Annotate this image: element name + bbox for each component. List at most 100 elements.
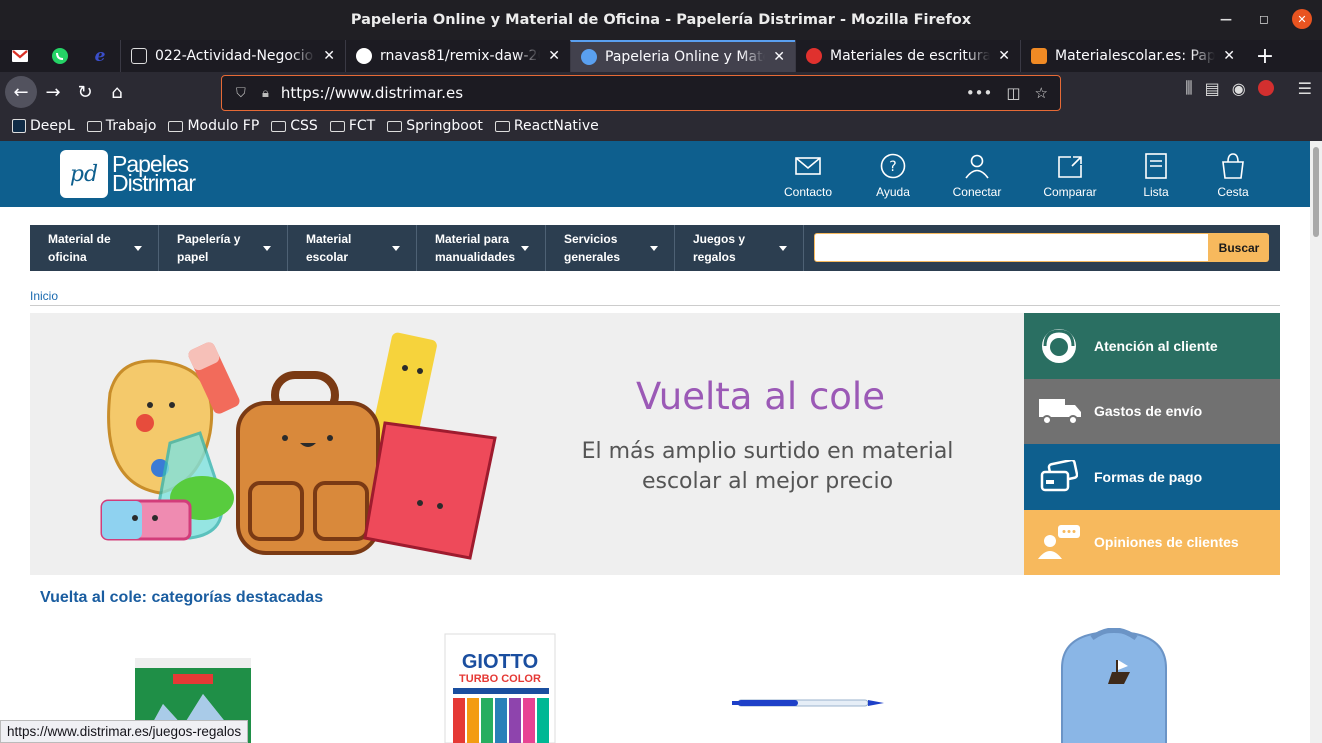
tab-github[interactable]: rnavas81/remix-daw-202 ✕ (345, 40, 570, 72)
forward-button[interactable]: → (37, 76, 69, 108)
caret-down-icon (263, 246, 271, 251)
tab-carrefour[interactable]: Materiales de escritura a ✕ (795, 40, 1020, 72)
url-text[interactable]: https://www.distrimar.es (281, 84, 463, 102)
page-scrollbar[interactable] (1310, 141, 1322, 743)
caret-down-icon (521, 246, 529, 251)
window-title: Papeleria Online y Material de Oficina -… (350, 12, 972, 28)
logo-text: Papeles Distrimar (112, 153, 196, 196)
compare-icon (1058, 156, 1082, 178)
main-menu: Material de oficina Papelería y papel Ma… (30, 225, 1280, 271)
library-icon[interactable]: ⫼ (1185, 78, 1192, 98)
bookmark-label: DeepL (30, 118, 75, 134)
svg-text:?: ? (889, 159, 896, 175)
caret-down-icon (392, 246, 400, 251)
shield-icon[interactable]: ⛉ (236, 86, 250, 101)
tab-close-icon[interactable]: ✕ (998, 48, 1010, 64)
bookmark-folder-css[interactable]: CSS (271, 118, 318, 134)
extension-icon[interactable] (1257, 80, 1274, 96)
tab-distrimar[interactable]: Papeleria Online y Mater ✕ (570, 40, 795, 72)
hero-banner[interactable]: Vuelta al cole El más amplio surtido en … (30, 313, 1024, 575)
header-link-ayuda[interactable]: ? Ayuda (848, 153, 938, 199)
menu-item-manualidades[interactable]: Material para manualidades (417, 225, 546, 271)
product-giotto-markers[interactable]: GIOTTO TURBO COLOR (443, 632, 557, 743)
service-gastos-envio[interactable]: Gastos de envío (1024, 378, 1280, 444)
pinned-tab-whatsapp[interactable] (40, 40, 80, 72)
pinned-tab-gmail[interactable] (0, 40, 40, 72)
header-link-comparar[interactable]: Comparar (1016, 153, 1124, 199)
account-icon[interactable]: ◉ (1232, 79, 1246, 98)
product-kids-backpack[interactable] (1052, 628, 1176, 743)
distrimar-icon (581, 49, 597, 65)
folder-icon (387, 120, 403, 132)
product-ballpoint-pen[interactable] (732, 695, 886, 711)
search-input[interactable] (814, 233, 1209, 262)
menu-item-juegos-regalos[interactable]: Juegos y regalos (675, 225, 804, 271)
svg-text:GIOTTO: GIOTTO (462, 651, 538, 673)
list-icon (1145, 153, 1167, 179)
tab-label: Materialescolar.es: Papel (1055, 48, 1216, 64)
service-formas-pago[interactable]: Formas de pago (1024, 444, 1280, 510)
window-titlebar: Papeleria Online y Material de Oficina -… (0, 0, 1322, 40)
banner-subtitle: El más amplio surtido en material escola… (581, 439, 954, 494)
header-link-cesta[interactable]: Cesta (1188, 153, 1278, 199)
bookmark-folder-fct[interactable]: FCT (329, 118, 375, 134)
user-icon (965, 154, 989, 179)
minimize-icon[interactable]: — (1216, 9, 1236, 29)
back-button[interactable]: ← (5, 76, 37, 108)
header-link-label: Conectar (952, 185, 1002, 199)
tab-close-icon[interactable]: ✕ (548, 48, 560, 64)
service-panel: Atención al cliente Gastos de envío Form… (1024, 313, 1280, 575)
menu-item-material-escolar[interactable]: Material escolar (288, 225, 417, 271)
logo-line2: Distrimar (112, 170, 196, 196)
header-link-lista[interactable]: Lista (1124, 153, 1188, 199)
bookmark-folder-trabajo[interactable]: Trabajo (86, 118, 156, 134)
new-tab-button[interactable]: + (1245, 44, 1285, 69)
site-header: pd Papeles Distrimar Contacto ? Ayuda Co… (0, 141, 1310, 207)
reader-view-icon[interactable]: ▤ (1205, 79, 1220, 98)
bookmark-folder-springboot[interactable]: Springboot (387, 118, 483, 134)
more-actions-icon[interactable]: ••• (966, 84, 993, 102)
header-link-label: Contacto (783, 185, 833, 199)
arrow-right-icon: → (45, 81, 61, 103)
tab-pdf[interactable]: 022-Actividad-Negocio.pdf ✕ (120, 40, 345, 72)
bookmark-star-icon[interactable]: ☆ (1035, 84, 1048, 102)
breadcrumb-home[interactable]: Inicio (30, 289, 58, 303)
header-link-contacto[interactable]: Contacto (770, 153, 846, 199)
close-window-icon[interactable]: ✕ (1292, 9, 1312, 29)
menu-item-servicios[interactable]: Servicios generales (546, 225, 675, 271)
tab-close-icon[interactable]: ✕ (773, 49, 785, 65)
scrollbar-thumb[interactable] (1313, 147, 1319, 237)
squirrel-icon (1031, 48, 1047, 64)
bookmark-folder-reactnative[interactable]: ReactNative (494, 118, 599, 134)
home-button[interactable]: ⌂ (101, 76, 133, 108)
maximize-icon[interactable]: ◻ (1254, 9, 1274, 29)
bookmark-deepl[interactable]: DeepL (12, 118, 75, 134)
service-label: Atención al cliente (1094, 337, 1218, 354)
service-label: Opiniones de clientes (1094, 534, 1239, 551)
service-label: Gastos de envío (1094, 403, 1203, 420)
service-opiniones-clientes[interactable]: Opiniones de clientes (1024, 509, 1280, 575)
tab-bar: e 022-Actividad-Negocio.pdf ✕ rnavas81/r… (0, 40, 1322, 72)
bookmark-label: Modulo FP (187, 118, 260, 134)
url-bar[interactable]: ⛉ 🔒︎ https://www.distrimar.es ••• ◫ ☆ (221, 75, 1061, 111)
pinned-tab-e[interactable]: e (80, 40, 120, 72)
search-button[interactable]: Buscar (1209, 233, 1269, 262)
tab-close-icon[interactable]: ✕ (323, 48, 335, 64)
bookmark-label: Springboot (406, 118, 483, 134)
header-link-conectar[interactable]: Conectar (938, 153, 1016, 199)
pocket-icon[interactable]: ◫ (1006, 84, 1020, 102)
headset-icon (1042, 328, 1076, 363)
tab-close-icon[interactable]: ✕ (1223, 48, 1235, 64)
lock-icon[interactable]: 🔒︎ (262, 86, 269, 101)
menu-item-papeleria[interactable]: Papelería y papel (159, 225, 288, 271)
bookmark-folder-modulo-fp[interactable]: Modulo FP (168, 118, 259, 134)
menu-icon[interactable]: ☰ (1298, 79, 1312, 98)
tab-materialescolar[interactable]: Materialescolar.es: Papel ✕ (1020, 40, 1245, 72)
menu-item-material-oficina[interactable]: Material de oficina (30, 225, 159, 271)
folder-icon (329, 120, 345, 132)
service-atencion-cliente[interactable]: Atención al cliente (1024, 313, 1280, 379)
bag-icon (1222, 153, 1244, 179)
site-logo[interactable]: pd Papeles Distrimar (60, 150, 196, 198)
bookmarks-bar: DeepL Trabajo Modulo FP CSS FCT Springbo… (0, 112, 1322, 140)
reload-button[interactable]: ↻ (69, 76, 101, 108)
